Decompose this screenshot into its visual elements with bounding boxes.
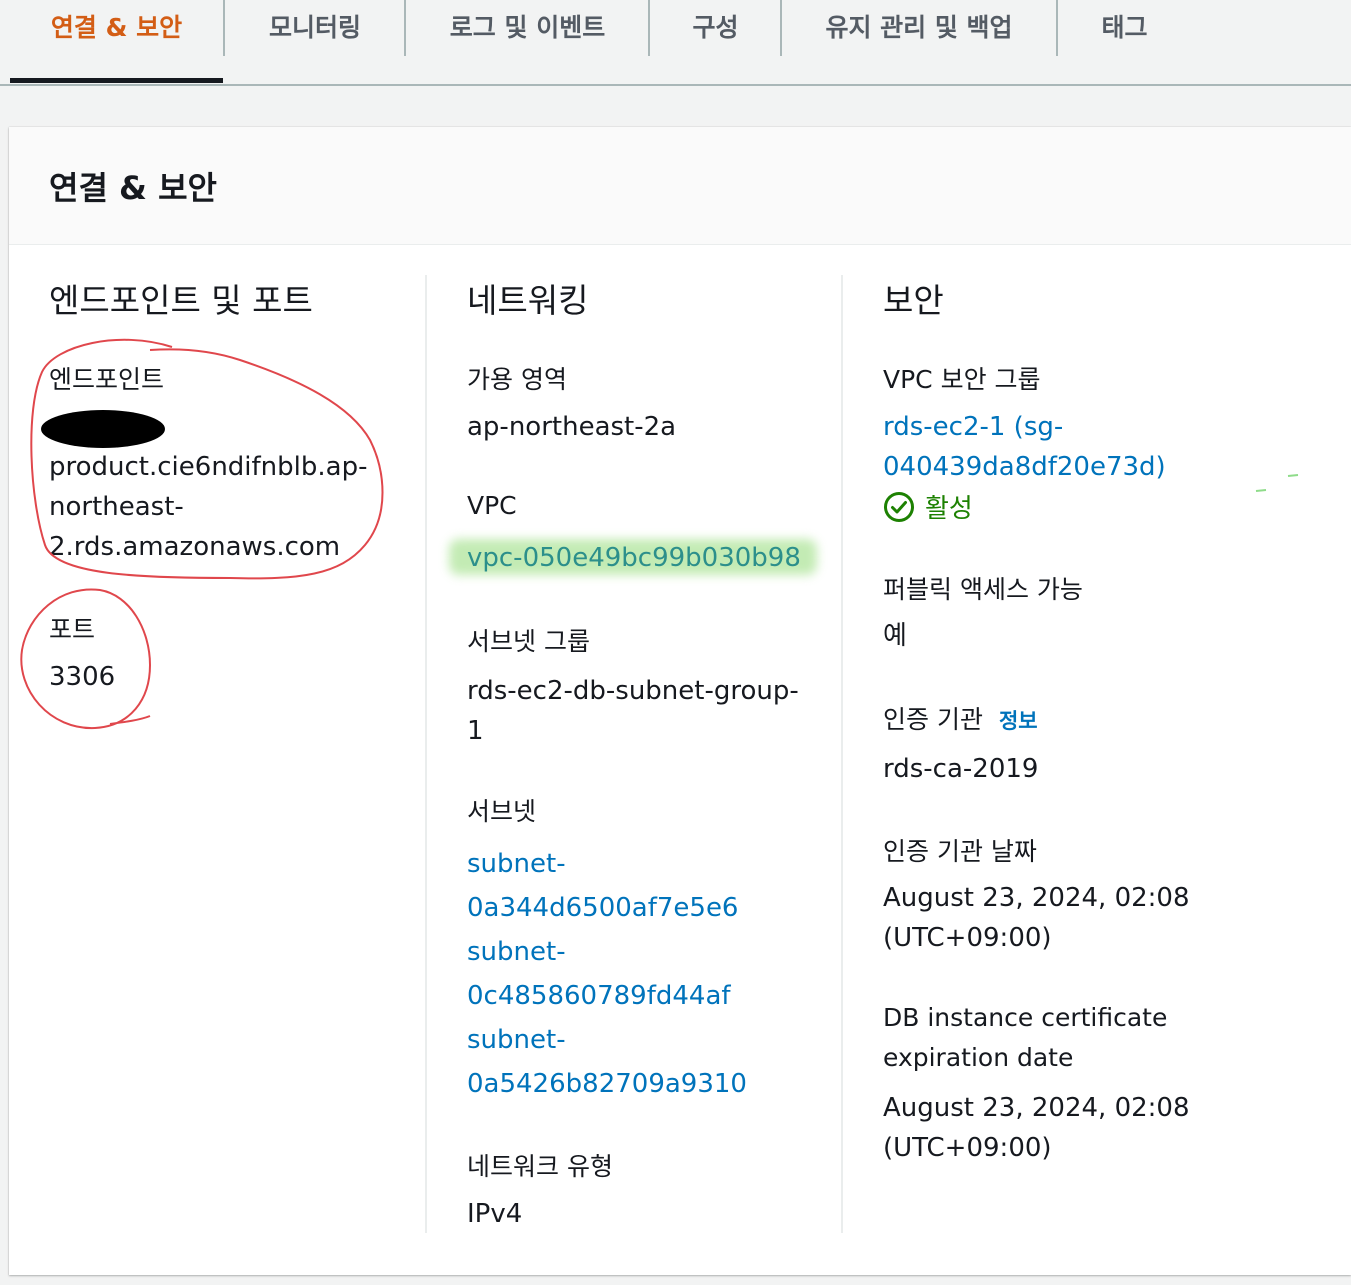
networking-section-title: 네트워킹 — [467, 281, 589, 320]
vpc-security-group-label: VPC 보안 그룹 — [883, 365, 1041, 394]
endpoint-section-title: 엔드포인트 및 포트 — [49, 281, 313, 320]
ca-date-value: August 23, 2024, 02:08 (UTC+09:00) — [883, 883, 1190, 953]
network-type-value: IPv4 — [467, 1199, 523, 1229]
subnet-group-label: 서브넷 그룹 — [467, 627, 590, 656]
public-access-label: 퍼블릭 액세스 가능 — [883, 575, 1083, 604]
check-circle-icon — [884, 491, 914, 522]
panel-header: 연결 & 보안 — [9, 127, 1351, 245]
endpoint-label: 엔드포인트 — [49, 365, 165, 394]
endpoint-value: product.cie6ndifnblb.ap- northeast- 2.rd… — [49, 452, 368, 562]
vpc-link[interactable]: vpc-050e49bc99b030b98 — [467, 538, 801, 578]
ca-date-label: 인증 기관 날짜 — [883, 837, 1037, 866]
subnet-link[interactable]: subnet- 0c485860789fd44af — [467, 930, 731, 1018]
tab-configuration[interactable]: 구성 — [650, 0, 781, 84]
public-access-value: 예 — [883, 621, 907, 651]
subnet-link[interactable]: subnet- 0a344d6500af7e5e6 — [467, 842, 738, 930]
availability-zone-label: 가용 영역 — [467, 365, 567, 394]
network-type-label: 네트워크 유형 — [467, 1152, 613, 1181]
certificate-authority-label: 인증 기관 정보 — [883, 700, 1038, 736]
vpc-label: VPC — [467, 491, 517, 520]
status-text: 활성 — [925, 494, 973, 524]
tab-tags[interactable]: 태그 — [1058, 0, 1191, 84]
port-label: 포트 — [49, 615, 96, 644]
panel-title: 연결 & 보안 — [49, 169, 217, 207]
cert-expiration-label: DB instance certificate expiration date — [883, 1003, 1168, 1072]
security-group-link[interactable]: rds-ec2-1 (sg- 040439da8df20e73d) — [883, 407, 1283, 487]
tab-logs-events[interactable]: 로그 및 이벤트 — [406, 0, 649, 84]
redaction-mark — [41, 410, 165, 448]
tab-maintenance-backup[interactable]: 유지 관리 및 백업 — [782, 0, 1056, 84]
port-value: 3306 — [49, 662, 116, 692]
security-group-status: 활성 — [883, 488, 973, 525]
active-tab-indicator — [10, 78, 223, 83]
security-section-title: 보안 — [883, 281, 944, 320]
subnet-link[interactable]: subnet- 0a5426b82709a9310 — [467, 1018, 747, 1106]
tab-bar: 연결 & 보안 모니터링 로그 및 이벤트 구성 유지 관리 및 백업 태그 — [0, 0, 1351, 86]
availability-zone-value: ap-northeast-2a — [467, 412, 677, 442]
info-link[interactable]: 정보 — [999, 709, 1038, 733]
connectivity-security-panel: 연결 & 보안 엔드포인트 및 포트 엔드포인트 product.cie6ndi… — [9, 127, 1351, 1275]
column-divider — [841, 275, 843, 1233]
subnet-group-value: rds-ec2-db-subnet-group- 1 — [467, 676, 799, 746]
certificate-authority-value: rds-ca-2019 — [883, 754, 1039, 784]
column-divider — [425, 275, 427, 1233]
cert-expiration-value: August 23, 2024, 02:08 (UTC+09:00) — [883, 1093, 1190, 1163]
tab-monitoring[interactable]: 모니터링 — [225, 0, 405, 84]
subnets-label: 서브넷 — [467, 797, 537, 826]
ca-label-text: 인증 기관 — [883, 705, 983, 734]
tab-connectivity-security[interactable]: 연결 & 보안 — [10, 0, 223, 84]
